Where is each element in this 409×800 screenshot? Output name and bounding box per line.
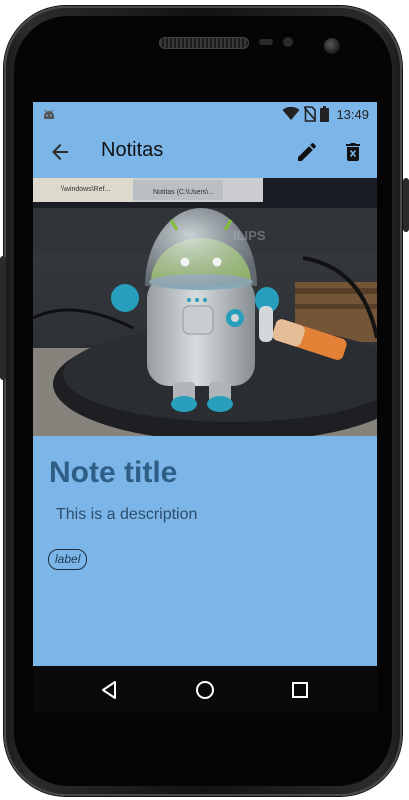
nav-back-triangle-icon[interactable] [97,678,121,702]
status-icons: 13:49 [282,105,369,123]
note-description: This is a description [56,506,198,523]
no-sim-icon [304,106,317,122]
android-debug-icon [44,109,54,119]
app-bar: Notitas [33,126,377,178]
label-chip[interactable]: label [48,549,88,570]
status-time: 13:49 [336,106,369,122]
proximity-sensor [259,39,273,45]
light-sensor [283,37,293,47]
edit-pencil-icon[interactable] [295,140,319,164]
nav-home-circle-icon[interactable] [193,678,217,702]
screen: 13:49 Notitas \\windows\Ref... Notitas (… [33,102,377,713]
wifi-icon [282,107,300,120]
back-arrow-icon[interactable] [48,140,72,164]
note-title: Note title [49,456,178,489]
front-camera [324,38,340,54]
app-title: Notitas [101,139,164,161]
status-bar: 13:49 [33,102,377,126]
note-image: \\windows\Ref... Notitas (C:\Users\... I… [33,178,377,436]
volume-button [0,256,6,380]
nav-recent-square-icon[interactable] [288,678,312,702]
navigation-bar [33,666,377,713]
battery-icon [320,106,330,122]
power-button [403,178,409,232]
delete-trash-icon[interactable] [341,140,365,164]
earpiece-speaker [159,37,249,49]
